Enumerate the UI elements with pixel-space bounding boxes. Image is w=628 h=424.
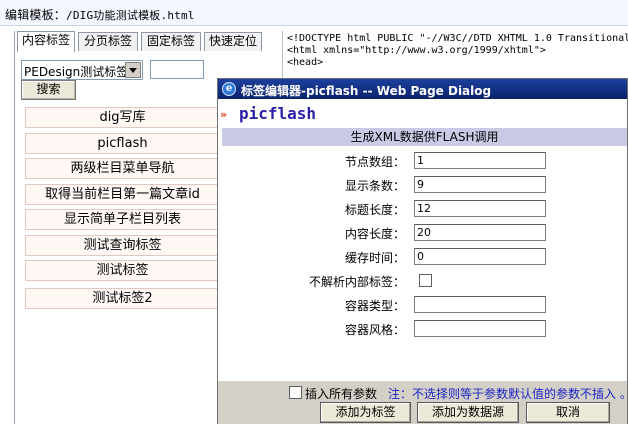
tab-content-tags[interactable]: 内容标签 — [17, 31, 75, 52]
tag-panel: 内容标签 分页标签 固定标签 快速定位 PEDesign测试标签 搜索 dig写… — [14, 31, 262, 424]
tag-item-picflash[interactable]: picflash — [25, 133, 220, 154]
tag-headline: » picflash — [220, 103, 420, 129]
code-line: <!DOCTYPE html PUBLIC "-//W3C//DTD XHTML… — [287, 33, 628, 44]
insert-all-params-checkbox[interactable] — [289, 386, 302, 399]
container-type-label: 容器类型： — [344, 299, 405, 313]
tag-item-first-article-id[interactable]: 取得当前栏目第一篇文章id — [25, 184, 220, 205]
double-chevron-icon: » — [220, 108, 228, 121]
tag-category-select[interactable]: PEDesign测试标签 — [21, 60, 143, 80]
no-parse-inner-checkbox[interactable] — [419, 274, 432, 287]
ie-icon: e — [222, 82, 236, 96]
tag-category-value: PEDesign测试标签 — [24, 65, 129, 79]
container-style-label: 容器风格： — [344, 323, 405, 337]
dialog-body: » picflash 生成XML数据供FLASH调用 节点数组： 1 显示条数：… — [218, 99, 627, 381]
content-length-input[interactable]: 20 — [414, 224, 546, 241]
node-array-input[interactable]: 1 — [414, 152, 546, 169]
tab-fixed-tags[interactable]: 固定标签 — [141, 32, 201, 51]
add-as-tag-button[interactable]: 添加为标签 — [320, 402, 411, 423]
dropdown-arrow-icon[interactable] — [125, 62, 141, 78]
tag-item-dig-write[interactable]: dig写库 — [25, 107, 220, 128]
template-path-label: 编辑模板：/DIG功能测试模板.html — [5, 8, 195, 22]
tab-paging-tags[interactable]: 分页标签 — [78, 32, 138, 51]
title-length-input[interactable]: 12 — [414, 200, 546, 217]
cancel-button[interactable]: 取消 — [526, 402, 610, 423]
content-length-label: 内容长度： — [344, 227, 405, 241]
tag-name-heading: picflash — [239, 104, 317, 123]
tag-item-two-level-menu[interactable]: 两级栏目菜单导航 — [25, 158, 220, 179]
tag-description-bar: 生成XML数据供FLASH调用 — [222, 128, 627, 146]
tag-item-subcolumn-list[interactable]: 显示简单子栏目列表 — [25, 209, 220, 230]
cache-time-input[interactable]: 0 — [414, 248, 546, 265]
display-count-label: 显示条数： — [344, 179, 405, 193]
tag-tabs: 内容标签 分页标签 固定标签 快速定位 — [15, 31, 265, 52]
tag-item-test-query[interactable]: 测试查询标签 — [25, 235, 220, 256]
container-type-input[interactable] — [414, 296, 546, 313]
code-line: <head> — [287, 57, 324, 68]
insert-note: 注：不选择则等于参数默认值的参数不插入 。 — [388, 387, 628, 401]
search-button[interactable]: 搜索 — [21, 80, 76, 100]
tag-search-input[interactable] — [150, 60, 204, 79]
title-length-label: 标题长度： — [344, 203, 405, 217]
tag-item-test-tag-2[interactable]: 测试标签2 — [25, 288, 220, 309]
container-style-input[interactable] — [414, 320, 546, 337]
cache-time-label: 缓存时间： — [344, 251, 405, 265]
dialog-title-bar[interactable]: e 标签编辑器-picflash -- Web Page Dialog — [218, 79, 627, 99]
dialog-title: 标签编辑器-picflash -- Web Page Dialog — [241, 84, 492, 98]
insert-all-params-label: 插入所有参数 — [305, 387, 378, 401]
template-path-bar: 编辑模板：/DIG功能测试模板.html — [0, 0, 628, 26]
tag-editor-dialog: e 标签编辑器-picflash -- Web Page Dialog » pi… — [217, 78, 628, 424]
add-as-datasource-button[interactable]: 添加为数据源 — [417, 402, 519, 423]
tab-quick-locate[interactable]: 快速定位 — [204, 32, 262, 51]
node-array-label: 节点数组： — [344, 155, 405, 169]
dialog-footer: 插入所有参数 注：不选择则等于参数默认值的参数不插入 。 添加为标签 添加为数据… — [218, 381, 628, 424]
code-line: <html xmlns="http://www.w3.org/1999/xhtm… — [287, 45, 546, 56]
no-parse-inner-label: 不解析内部标签： — [308, 275, 405, 289]
tag-item-test-tag[interactable]: 测试标签 — [25, 260, 220, 281]
display-count-input[interactable]: 9 — [414, 176, 546, 193]
